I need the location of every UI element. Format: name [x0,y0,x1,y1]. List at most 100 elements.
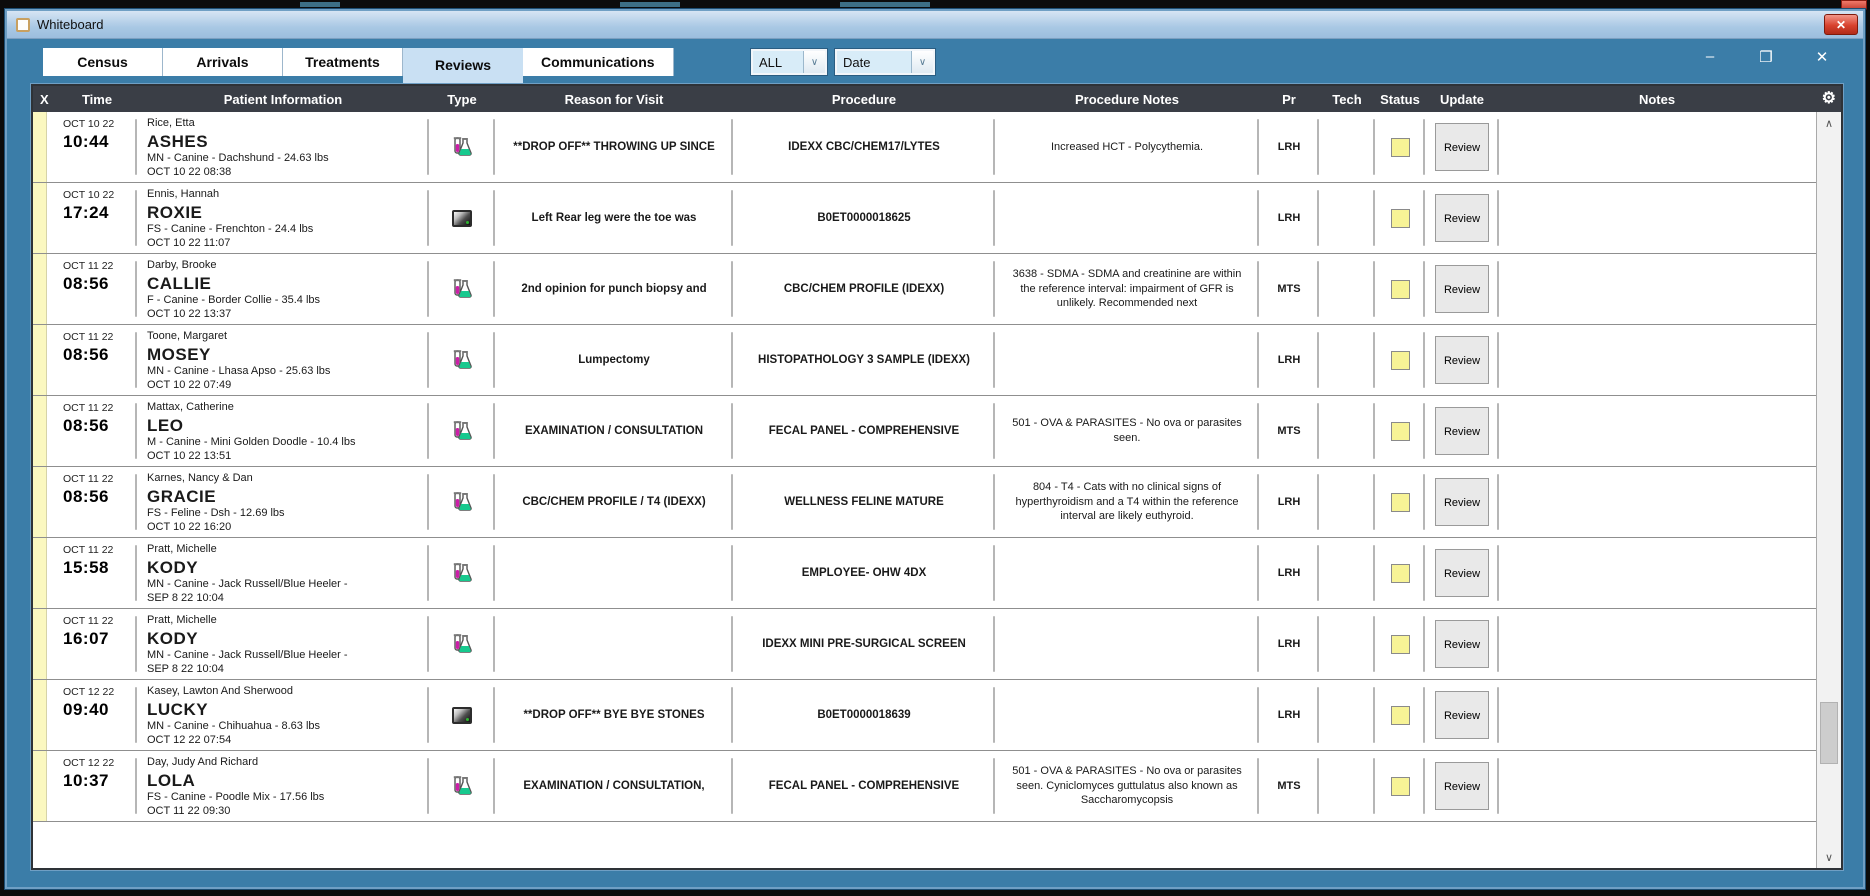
column-header-notes[interactable]: Notes [1499,92,1815,107]
status-indicator[interactable] [1390,563,1410,583]
table-row[interactable]: OCT 11 22 08:56 Darby, Brooke CALLIE F -… [33,254,1816,325]
status-indicator[interactable] [1390,634,1410,654]
filter-date-dropdown[interactable]: Date ∨ [835,49,935,75]
row-time-cell: OCT 11 22 08:56 [57,325,137,395]
patient-name: GRACIE [147,486,217,506]
status-indicator[interactable] [1390,776,1410,796]
row-select-cell[interactable] [33,183,57,253]
status-indicator[interactable] [1390,137,1410,157]
row-select-cell[interactable] [33,396,57,466]
status-indicator[interactable] [1390,492,1410,512]
close-button[interactable]: ✕ [1811,48,1833,66]
scroll-up-icon[interactable]: ∧ [1817,114,1841,132]
table-row[interactable]: OCT 11 22 08:56 Toone, Margaret MOSEY MN… [33,325,1816,396]
patient-name: KODY [147,557,199,577]
row-status-cell [1375,254,1425,324]
background-artifact [300,2,340,7]
owner-name: Day, Judy And Richard [147,756,259,768]
status-indicator[interactable] [1390,208,1410,228]
row-type-cell [429,467,495,537]
column-header-patient-info[interactable]: Patient Information [137,92,429,107]
column-header-type[interactable]: Type [429,92,495,107]
status-indicator[interactable] [1390,421,1410,441]
tab-communications[interactable]: Communications [523,48,674,76]
column-header-tech[interactable]: Tech [1319,92,1375,107]
tab-arrivals[interactable]: Arrivals [163,48,283,76]
row-tech-cell [1319,538,1375,608]
gear-icon[interactable]: ⚙ [1822,88,1836,108]
row-procedure-notes-cell [995,183,1259,253]
tab-reviews[interactable]: Reviews [403,48,523,82]
checkin-datetime: OCT 11 22 09:30 [147,804,231,817]
visit-time: 10:37 [63,771,109,790]
row-reason-cell: 2nd opinion for punch biopsy and [495,254,733,324]
row-select-cell[interactable] [33,325,57,395]
table-row[interactable]: OCT 10 22 10:44 Rice, Etta ASHES MN - Ca… [33,112,1816,183]
row-reason-cell: EXAMINATION / CONSULTATION [495,396,733,466]
visit-date: OCT 11 22 [63,615,114,627]
titlebar-close-button[interactable]: ✕ [1824,14,1858,35]
row-select-cell[interactable] [33,680,57,750]
row-type-cell [429,680,495,750]
row-procedure-notes-cell [995,609,1259,679]
table-row[interactable]: OCT 11 22 08:56 Mattax, Catherine LEO M … [33,396,1816,467]
status-indicator[interactable] [1390,705,1410,725]
tab-census[interactable]: Census [43,48,163,76]
review-button[interactable]: Review [1435,620,1489,668]
row-provider-cell: LRH [1259,538,1319,608]
row-select-cell[interactable] [33,538,57,608]
table-row[interactable]: OCT 10 22 17:24 Ennis, Hannah ROXIE FS -… [33,183,1816,254]
row-time-cell: OCT 11 22 08:56 [57,396,137,466]
row-notes-cell [1499,680,1816,750]
table-row[interactable]: OCT 11 22 16:07 Pratt, Michelle KODY MN … [33,609,1816,680]
patient-name: KODY [147,628,199,648]
chevron-down-icon[interactable]: ∨ [803,51,825,73]
vertical-scrollbar[interactable]: ∧ ∨ [1816,112,1841,868]
column-header-reason[interactable]: Reason for Visit [495,92,733,107]
review-button[interactable]: Review [1435,549,1489,597]
visit-time: 08:56 [63,274,109,293]
review-button[interactable]: Review [1435,478,1489,526]
window-title: Whiteboard [37,17,104,32]
column-header-status[interactable]: Status [1375,92,1425,107]
review-button[interactable]: Review [1435,265,1489,313]
row-select-cell[interactable] [33,112,57,182]
row-type-cell [429,325,495,395]
table-row[interactable]: OCT 12 22 09:40 Kasey, Lawton And Sherwo… [33,680,1816,751]
minimize-button[interactable]: – [1699,48,1721,66]
procedure-notes-text: Increased HCT - Polycythemia. [1050,140,1204,153]
row-select-cell[interactable] [33,609,57,679]
table-row[interactable]: OCT 11 22 15:58 Pratt, Michelle KODY MN … [33,538,1816,609]
row-select-cell[interactable] [33,254,57,324]
row-select-cell[interactable] [33,467,57,537]
column-header-x[interactable]: X [33,92,57,107]
column-header-procedure-notes[interactable]: Procedure Notes [995,92,1259,107]
status-indicator[interactable] [1390,350,1410,370]
row-select-cell[interactable] [33,751,57,821]
column-header-pr[interactable]: Pr [1259,92,1319,107]
scroll-down-icon[interactable]: ∨ [1817,848,1841,866]
review-button[interactable]: Review [1435,762,1489,810]
chevron-down-icon[interactable]: ∨ [911,51,933,73]
row-type-cell [429,609,495,679]
column-header-procedure[interactable]: Procedure [733,92,995,107]
review-button[interactable]: Review [1435,336,1489,384]
table-row[interactable]: OCT 12 22 10:37 Day, Judy And Richard LO… [33,751,1816,822]
table-row[interactable]: OCT 11 22 08:56 Karnes, Nancy & Dan GRAC… [33,467,1816,538]
row-patient-cell: Rice, Etta ASHES MN - Canine - Dachshund… [137,112,429,182]
column-header-update[interactable]: Update [1425,92,1499,107]
column-header-time[interactable]: Time [57,92,137,107]
review-button[interactable]: Review [1435,194,1489,242]
review-button[interactable]: Review [1435,123,1489,171]
filter-all-dropdown[interactable]: ALL ∨ [751,49,827,75]
background-artifact [620,2,680,7]
review-button[interactable]: Review [1435,691,1489,739]
procedure-notes-text: 501 - OVA & PARASITES - No ova or parasi… [1012,764,1242,807]
review-button[interactable]: Review [1435,407,1489,455]
maximize-button[interactable]: ❒ [1755,48,1777,66]
status-indicator[interactable] [1390,279,1410,299]
visit-date: OCT 11 22 [63,260,114,272]
tab-treatments[interactable]: Treatments [283,48,403,76]
scrollbar-thumb[interactable] [1820,701,1838,764]
titlebar[interactable]: Whiteboard ✕ [7,11,1863,39]
